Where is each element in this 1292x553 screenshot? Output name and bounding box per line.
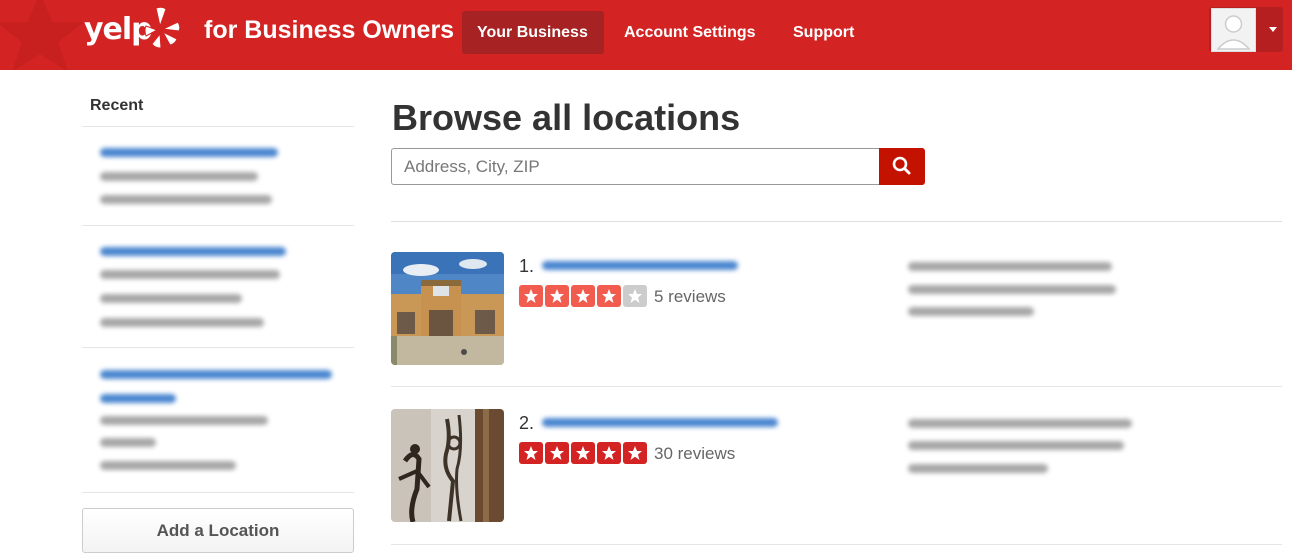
- yelp-logo-text: yelp: [84, 12, 153, 47]
- review-count[interactable]: 5 reviews: [654, 286, 726, 308]
- redacted-address: [908, 441, 1124, 450]
- redacted-address: [908, 262, 1112, 271]
- yelp-logo[interactable]: yelp: [84, 6, 184, 56]
- redacted-text: [100, 270, 280, 279]
- nav-support-label: Support: [793, 24, 855, 41]
- star-rating: [519, 285, 647, 307]
- nav-account-settings-label: Account Settings: [624, 24, 756, 41]
- star-empty-icon: [623, 285, 647, 307]
- header-tagline: for Business Owners: [204, 16, 455, 44]
- star-rating: [519, 442, 647, 464]
- nav-your-business[interactable]: Your Business: [462, 11, 604, 54]
- star-icon: [597, 285, 621, 307]
- avatar[interactable]: [1211, 8, 1256, 52]
- redacted-name[interactable]: [100, 247, 286, 256]
- divider: [82, 492, 354, 493]
- sidebar-title: Recent: [90, 97, 144, 114]
- add-location-button[interactable]: Add a Location: [82, 508, 354, 553]
- nav-your-business-label: Your Business: [477, 24, 588, 41]
- redacted-business-name[interactable]: [542, 261, 738, 270]
- redacted-text: [100, 416, 268, 425]
- redacted-name[interactable]: [100, 148, 278, 157]
- location-search-input[interactable]: [391, 148, 880, 185]
- star-icon: [519, 442, 543, 464]
- star-icon: [571, 442, 595, 464]
- location-rank: 2.: [519, 413, 535, 433]
- redacted-address: [908, 285, 1116, 294]
- redacted-text: [100, 438, 156, 447]
- redacted-address: [908, 419, 1132, 428]
- yelp-burst-icon: [144, 6, 181, 49]
- location-photo[interactable]: [391, 409, 504, 522]
- star-icon: [623, 442, 647, 464]
- redacted-name[interactable]: [100, 370, 332, 379]
- chevron-down-icon[interactable]: [1269, 27, 1277, 32]
- divider: [391, 544, 1282, 545]
- redacted-name[interactable]: [100, 394, 176, 403]
- star-icon: [545, 285, 569, 307]
- search-button[interactable]: [879, 148, 925, 185]
- location-photo[interactable]: [391, 252, 504, 365]
- divider: [391, 221, 1282, 222]
- redacted-business-name[interactable]: [542, 418, 778, 427]
- star-icon: [597, 442, 621, 464]
- divider: [391, 386, 1282, 387]
- page-title: Browse all locations: [392, 97, 741, 138]
- redacted-phone: [908, 307, 1034, 316]
- star-icon: [545, 442, 569, 464]
- divider: [82, 126, 354, 127]
- nav-account-settings[interactable]: Account Settings: [609, 11, 771, 54]
- redacted-text: [100, 294, 242, 303]
- top-nav-bar: yelp for Business Owners Your Business A…: [0, 0, 1292, 70]
- redacted-phone: [908, 464, 1048, 473]
- review-count[interactable]: 30 reviews: [654, 443, 735, 465]
- redacted-text: [100, 461, 236, 470]
- user-menu[interactable]: [1209, 7, 1283, 52]
- redacted-text: [100, 318, 264, 327]
- add-location-label: Add a Location: [156, 521, 280, 540]
- divider: [82, 347, 354, 348]
- divider: [82, 225, 354, 226]
- location-rank: 1.: [519, 256, 535, 276]
- redacted-text: [100, 172, 258, 181]
- default-user-icon: [1216, 15, 1251, 50]
- search-icon: [892, 156, 911, 175]
- nav-support[interactable]: Support: [778, 11, 869, 54]
- star-icon: [519, 285, 543, 307]
- star-icon: [571, 285, 595, 307]
- redacted-text: [100, 195, 272, 204]
